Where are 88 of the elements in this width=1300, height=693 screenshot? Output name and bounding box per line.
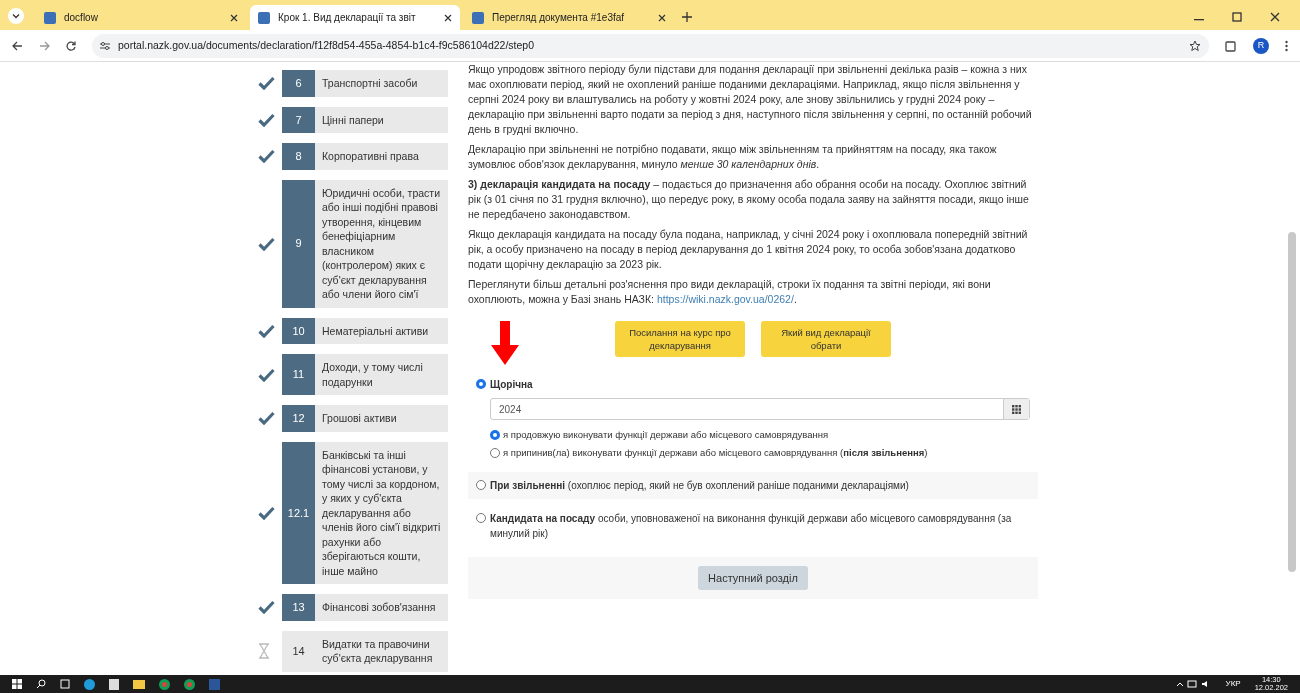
wiki-link[interactable]: https://wiki.nazk.gov.ua/0262/ <box>656 293 794 305</box>
step-label[interactable]: Видатки та правочини суб'єкта декларування <box>315 630 448 672</box>
step-number[interactable]: 12.1 <box>282 441 315 584</box>
close-icon[interactable] <box>658 13 666 22</box>
checkmark-icon <box>258 600 275 615</box>
step-label[interactable]: Транспортні засоби <box>315 70 448 97</box>
tab-search-icon[interactable] <box>8 8 24 24</box>
edge-icon[interactable] <box>84 678 95 690</box>
minimize-icon[interactable] <box>1194 19 1204 21</box>
sub-option-label[interactable]: я припинив(ла) виконувати функції держави або місцевого самоврядування (після звільнення) <box>503 446 928 460</box>
step-number[interactable]: 6 <box>282 70 315 97</box>
word-icon[interactable] <box>209 678 220 690</box>
browser-tab[interactable]: docflow <box>36 5 246 30</box>
step-number[interactable]: 14 <box>282 630 315 672</box>
calendar-icon[interactable] <box>1003 399 1029 419</box>
back-icon[interactable] <box>12 40 23 51</box>
tab-favicon-icon <box>44 11 56 24</box>
info-paragraph: 3) декларація кандидата на посаду – подається до призначення або обрання особи на посаду. Охоплює звітний рік (з 01 січня по 31 грудня включно), що передує року, в якому особа подала заяву на зайняття посади, якщо інше не передбачено законодавством. <box>468 177 1030 222</box>
reload-icon[interactable] <box>66 40 76 51</box>
step-number[interactable]: 12 <box>282 405 315 432</box>
chrome-icon[interactable] <box>159 678 170 690</box>
step-label[interactable]: Юридичні особи, трасти або інші подібні правові утворення, кінцевим бенефіціарним власником (контролером) яких є суб'єкт декларування або члени його сім'ї <box>315 179 448 308</box>
radio-button[interactable] <box>476 379 486 389</box>
step-label[interactable]: Корпоративні права <box>315 143 448 170</box>
tab-favicon-icon <box>472 11 484 24</box>
option-label[interactable]: Кандидата на посаду особи, уповноваженої на виконання функцій держави або місцевого самоврядування (за минулий рік) <box>490 511 1030 541</box>
tab-title: docflow <box>64 11 99 25</box>
url-text: portal.nazk.gov.ua/documents/declaration/f12f8d54-455a-4854-b1c4-f9c586104d22/step0 <box>118 37 535 53</box>
info-paragraph: Якщо упродовж звітного періоду були підстави для подання декларації при звільненні декілька разів – кожна з них має охоплювати період, який не охоплений раніше поданими деклараціями. Наприклад, якщо після звільнення у серпні 2024 року ви влаштувались на роботу у жовтні 2024 року, але знову звільнились у грудні 2024 року – декларацію при звільненні варто подати за період з дня, наступного після звільнення у серпні, по останній робочий день в грудні включно. <box>468 62 1033 137</box>
chrome-icon[interactable] <box>184 678 195 690</box>
option-label[interactable]: Щорічна <box>490 377 533 392</box>
address-bar[interactable]: portal.nazk.gov.ua/documents/declaration/f12f8d54-455a-4854-b1c4-f9c586104d22/step0 <box>92 33 1209 58</box>
checkmark-icon <box>258 112 275 127</box>
step-number[interactable]: 13 <box>282 594 315 621</box>
step-label[interactable]: Нематеріальні активи <box>315 317 448 344</box>
browser-tab[interactable]: Перегляд документа #1e3faf <box>464 5 674 30</box>
language-indicator[interactable]: УКР <box>1225 678 1241 690</box>
tab-title: Крок 1. Вид декларації та звіт <box>278 11 417 25</box>
radio-button[interactable] <box>490 448 500 458</box>
step-number[interactable]: 7 <box>282 106 315 133</box>
windows-start-icon[interactable] <box>12 679 22 689</box>
step-label[interactable]: Доходи, у тому числі подарунки <box>315 354 448 395</box>
step-label[interactable]: Грошові активи <box>315 405 448 432</box>
folder-icon[interactable] <box>133 679 145 689</box>
step-label[interactable]: Фінансові зобов'язання <box>315 594 448 621</box>
new-tab-icon[interactable] <box>682 12 692 22</box>
next-button[interactable]: Наступний розділ <box>698 566 808 590</box>
year-field[interactable]: 2024 <box>490 398 1030 420</box>
info-paragraph: Декларацію при звільненні не потрібно подавати, якщо між звільненням та прийняттям на посаду, яка також зумовлює обов'язок декларування, минуло менше 30 календарних днів. <box>468 142 998 172</box>
info-paragraph: Якщо декларація кандидата на посаду була подана, наприклад, у січні 2024 року і охоплювала попередній звітний рік, а особу призначено на посаду в період декларування до 1 квітня 2024 року, то особа зобов'язана додатково подати щорічну декларацію за 2023 рік. <box>468 227 1029 272</box>
radio-button[interactable] <box>490 430 500 440</box>
hourglass-icon <box>258 643 270 659</box>
info-paragraph: Переглянути більш детальні роз'яснення про види декларацій, строки їх подання та звітні періоди, які вони охоплюють, можна у Базі знань НАЗК: https://wiki.nazk.gov.ua/0262/. <box>468 277 992 307</box>
checkmark-icon <box>258 76 275 91</box>
radio-button[interactable] <box>476 513 486 523</box>
annotation-arrow <box>490 321 520 365</box>
forward-icon[interactable] <box>39 40 50 51</box>
tab-title: Перегляд документа #1e3faf <box>492 11 626 25</box>
checkmark-icon <box>258 236 275 251</box>
browser-tab[interactable]: Крок 1. Вид декларації та звіт <box>250 5 460 30</box>
checkmark-icon <box>258 411 275 426</box>
profile-avatar[interactable]: R <box>1253 37 1269 54</box>
extensions-icon[interactable] <box>1225 39 1237 52</box>
step-number[interactable]: 10 <box>282 317 315 344</box>
checkmark-icon <box>258 323 275 338</box>
info-button[interactable]: Посилання на курс про декларування <box>615 321 745 357</box>
sub-option-label[interactable]: я продовжую виконувати функції держави або місцевого самоврядування <box>503 428 829 442</box>
search-icon[interactable] <box>36 679 46 689</box>
site-settings-icon[interactable] <box>100 41 110 50</box>
step-number[interactable]: 11 <box>282 354 315 395</box>
task-view-icon[interactable] <box>60 679 70 689</box>
step-label[interactable]: Цінні папери <box>315 106 448 133</box>
checkmark-icon <box>258 367 275 382</box>
close-icon[interactable] <box>1270 12 1280 22</box>
tab-favicon-icon <box>258 11 270 24</box>
restore-icon[interactable] <box>1232 12 1242 22</box>
step-label[interactable]: Банківські та інші фінансові установи, у тому числі за кордоном, у яких у суб'єкта декларування або членів його сім'ї відкриті рахунки або зберігаються кошти, інше майно <box>315 441 448 584</box>
star-icon[interactable] <box>1189 39 1201 52</box>
menu-icon[interactable] <box>1285 39 1288 52</box>
checkmark-icon <box>258 505 275 520</box>
scrollbar[interactable] <box>1288 232 1296 572</box>
step-number[interactable]: 9 <box>282 179 315 308</box>
close-icon[interactable] <box>230 13 238 22</box>
step-number[interactable]: 8 <box>282 143 315 170</box>
radio-button[interactable] <box>476 480 486 490</box>
checkmark-icon <box>258 149 275 164</box>
close-icon[interactable] <box>444 13 452 22</box>
info-button[interactable]: Який вид декларації обрати <box>761 321 891 357</box>
